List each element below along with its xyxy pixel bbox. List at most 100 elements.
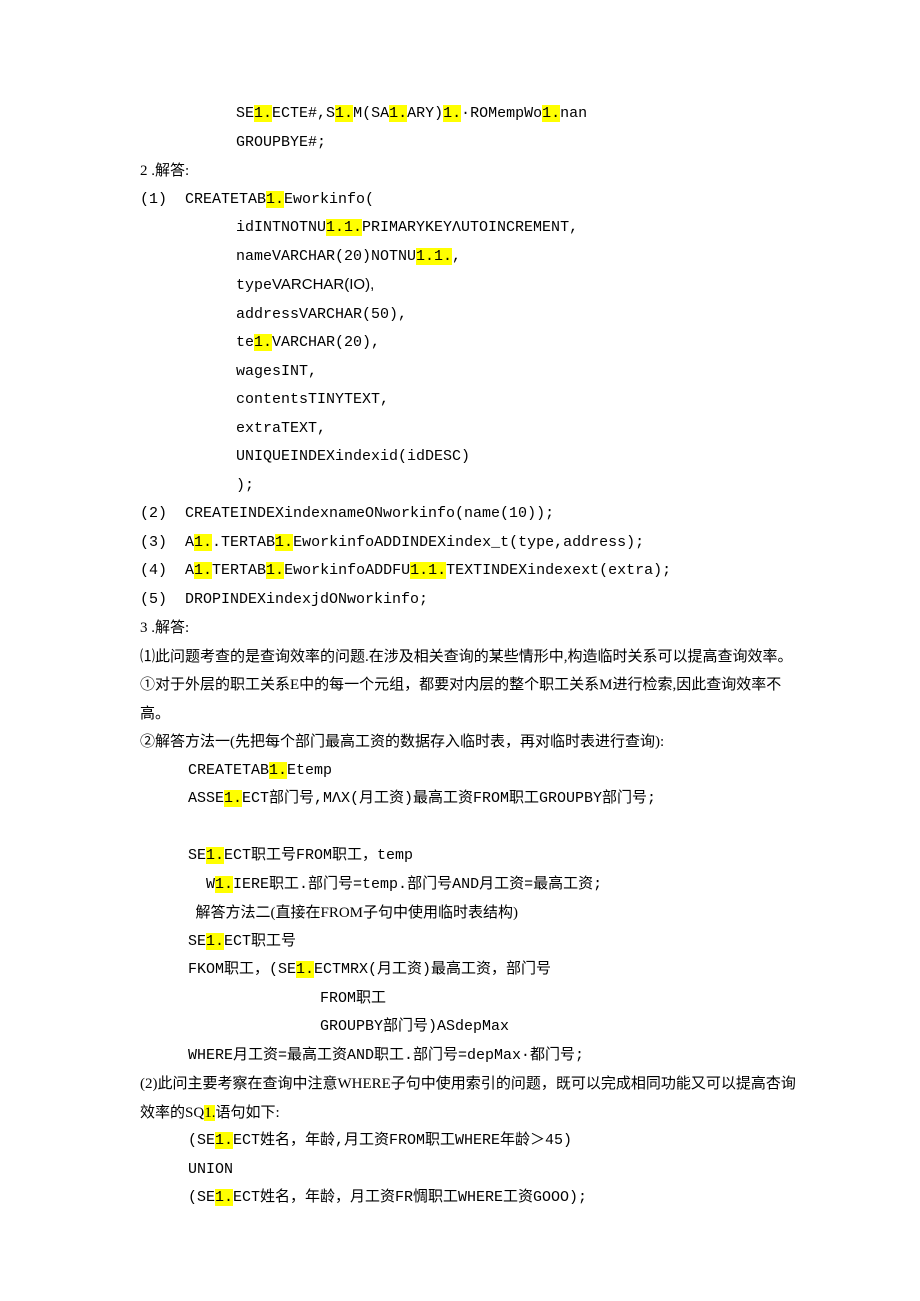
text-line: contentsTINYTEXT, [140, 386, 800, 415]
text-line: ); [140, 472, 800, 501]
text-run: ECTE#,S [272, 105, 335, 122]
text-line: (2)此问主要考察在查询中注意WHERE子句中使用索引的问题，既可以完成相同功能… [140, 1070, 800, 1127]
text-line: idINTNOTNU1.1.PRIMARYKEYΛUTOINCREMENT, [140, 214, 800, 243]
text-line: ASSE1.ECT部门号,MΛX(月工资)最高工资FROM职工GROUPBY部门… [140, 785, 800, 814]
text-run: ASSE [188, 790, 224, 807]
text-run: (5) DROPINDEXindexjdONworkinfo; [140, 591, 428, 608]
highlight-text: 1. [215, 1132, 233, 1149]
text-run: (SE [188, 1189, 215, 1206]
highlight-text: 1. [269, 762, 287, 779]
text-line: te1.VARCHAR(20), [140, 329, 800, 358]
text-run: UNION [188, 1161, 233, 1178]
text-run: EworkinfoADDINDEXindex_t(type,address); [293, 534, 644, 551]
text-run: PRIMARYKEYΛUTOINCREMENT, [362, 219, 578, 236]
text-run: ARY) [407, 105, 443, 122]
text-line: addressVARCHAR(50), [140, 301, 800, 330]
text-run: GROUPBY部门号)ASdepMax [320, 1018, 509, 1035]
highlight-text: 1.1. [326, 219, 362, 236]
text-line: FKOM职工，(SE1.ECTMRX(月工资)最高工资，部门号 [140, 956, 800, 985]
text-run: 3 .解答: [140, 620, 189, 636]
text-run: ②解答方法一(先把每个部门最高工资的数据存入临时表，再对临时表进行查询): [140, 734, 664, 750]
text-run: WHERE月工资=最高工资AND职工.部门号=depMax∙都门号; [188, 1047, 584, 1064]
text-line: (2) CREATEINDEXindexnameONworkinfo(name(… [140, 500, 800, 529]
text-line: (5) DROPINDEXindexjdONworkinfo; [140, 586, 800, 615]
text-line: ②解答方法一(先把每个部门最高工资的数据存入临时表，再对临时表进行查询): [140, 728, 800, 757]
text-line: (1) CREATETAB1.Eworkinfo( [140, 186, 800, 215]
text-run: FKOM职工，(SE [188, 961, 296, 978]
text-run: 解答方法二(直接在FROM子句中使用临时表结构) [188, 905, 518, 921]
text-run: (2) CREATEINDEXindexnameONworkinfo(name(… [140, 505, 554, 522]
text-run: extraTEXT, [236, 420, 326, 437]
highlight-text: 1. [206, 933, 224, 950]
text-line: wagesINT, [140, 358, 800, 387]
text-run: ECT姓名，年龄，月工资FR惆职工WHERE工资GOOO); [233, 1189, 587, 1206]
text-run: Eworkinfo( [284, 191, 374, 208]
text-line [140, 814, 800, 843]
text-run: (SE [188, 1132, 215, 1149]
text-run: Etemp [287, 762, 332, 779]
text-line: SE1.ECTE#,S1.M(SA1.ARY)1.∙ROMempWo1.nan [140, 100, 800, 129]
text-run: M(SA [353, 105, 389, 122]
text-line: CREATETAB1.Etemp [140, 757, 800, 786]
highlight-text: 1. [266, 191, 284, 208]
text-run: (4) A [140, 562, 194, 579]
text-line: GROUPBY部门号)ASdepMax [140, 1013, 800, 1042]
text-run: .TERTAB [212, 534, 275, 551]
text-run: ⑴此问题考查的是查询效率的问题.在涉及相关查询的某些情形中,构造临时关系可以提高… [140, 649, 793, 665]
text-run: nameVARCHAR(20)NOTNU [236, 248, 416, 265]
text-run: ECT部门号,MΛX(月工资)最高工资FROM职工GROUPBY部门号; [242, 790, 656, 807]
text-run: ECT职工号 [224, 933, 296, 950]
text-run: nan [560, 105, 587, 122]
text-line: FROM职工 [140, 985, 800, 1014]
text-line: extraTEXT, [140, 415, 800, 444]
text-run: FROM职工 [320, 990, 386, 1007]
highlight-text: 1. [254, 334, 272, 351]
text-run: SE [236, 105, 254, 122]
text-line: (SE1.ECT姓名，年龄,月工资FROM职工WHERE年龄＞45) [140, 1127, 800, 1156]
text-run: , [452, 248, 461, 265]
highlight-text: 1. [215, 1189, 233, 1206]
text-line: UNIQUEINDEXindexid(idDESC) [140, 443, 800, 472]
text-run: contentsTINYTEXT, [236, 391, 389, 408]
text-run: SE [188, 933, 206, 950]
text-line: (3) A1..TERTAB1.EworkinfoADDINDEXindex_t… [140, 529, 800, 558]
highlight-text: 1. [206, 847, 224, 864]
document-body: SE1.ECTE#,S1.M(SA1.ARY)1.∙ROMempWo1.nanG… [140, 100, 800, 1213]
text-run: CREATETAB [188, 762, 269, 779]
highlight-text: 1. [215, 876, 233, 893]
highlight-text: 1. [224, 790, 242, 807]
text-line: 3 .解答: [140, 614, 800, 643]
text-line: 解答方法二(直接在FROM子句中使用临时表结构) [140, 899, 800, 928]
text-run: ①对于外层的职工关系E中的每一个元组，都要对内层的整个职工关系M进行检索,因此查… [140, 677, 781, 722]
text-run: idINTNOTNU [236, 219, 326, 236]
highlight-text: 1.1. [416, 248, 452, 265]
text-line: (SE1.ECT姓名，年龄，月工资FR惆职工WHERE工资GOOO); [140, 1184, 800, 1213]
text-run: type [236, 277, 272, 294]
text-line: WHERE月工资=最高工资AND职工.部门号=depMax∙都门号; [140, 1042, 800, 1071]
text-run: ); [236, 477, 254, 494]
text-run: SE [188, 847, 206, 864]
text-run: GROUPBYE#; [236, 134, 326, 151]
text-run: wagesINT, [236, 363, 317, 380]
highlight-text: 1. [266, 562, 284, 579]
highlight-text: 1. [296, 961, 314, 978]
text-line: SE1.ECT职工号FROM职工，temp [140, 842, 800, 871]
text-line: 2 .解答: [140, 157, 800, 186]
text-run: VARCHAR(20), [272, 334, 380, 351]
text-run: ECTMRX(月工资)最高工资，部门号 [314, 961, 551, 978]
highlight-text: 1. [204, 1105, 215, 1121]
text-run: (1) CREATETAB [140, 191, 266, 208]
highlight-text: 1. [389, 105, 407, 122]
text-line: UNION [140, 1156, 800, 1185]
text-run: ECT姓名，年龄,月工资FROM职工WHERE年龄＞45) [233, 1132, 572, 1149]
text-run: te [236, 334, 254, 351]
text-line: (4) A1.TERTAB1.EworkinfoADDFU1.1.TEXTIND… [140, 557, 800, 586]
text-run: VARCHAR(IO), [272, 276, 374, 293]
highlight-text: 1. [194, 534, 212, 551]
text-line: GROUPBYE#; [140, 129, 800, 158]
text-run: TEXTINDEXindexext(extra); [446, 562, 671, 579]
text-line: ⑴此问题考查的是查询效率的问题.在涉及相关查询的某些情形中,构造临时关系可以提高… [140, 643, 800, 672]
text-run: (3) A [140, 534, 194, 551]
highlight-text: 1. [275, 534, 293, 551]
text-run: addressVARCHAR(50), [236, 306, 407, 323]
